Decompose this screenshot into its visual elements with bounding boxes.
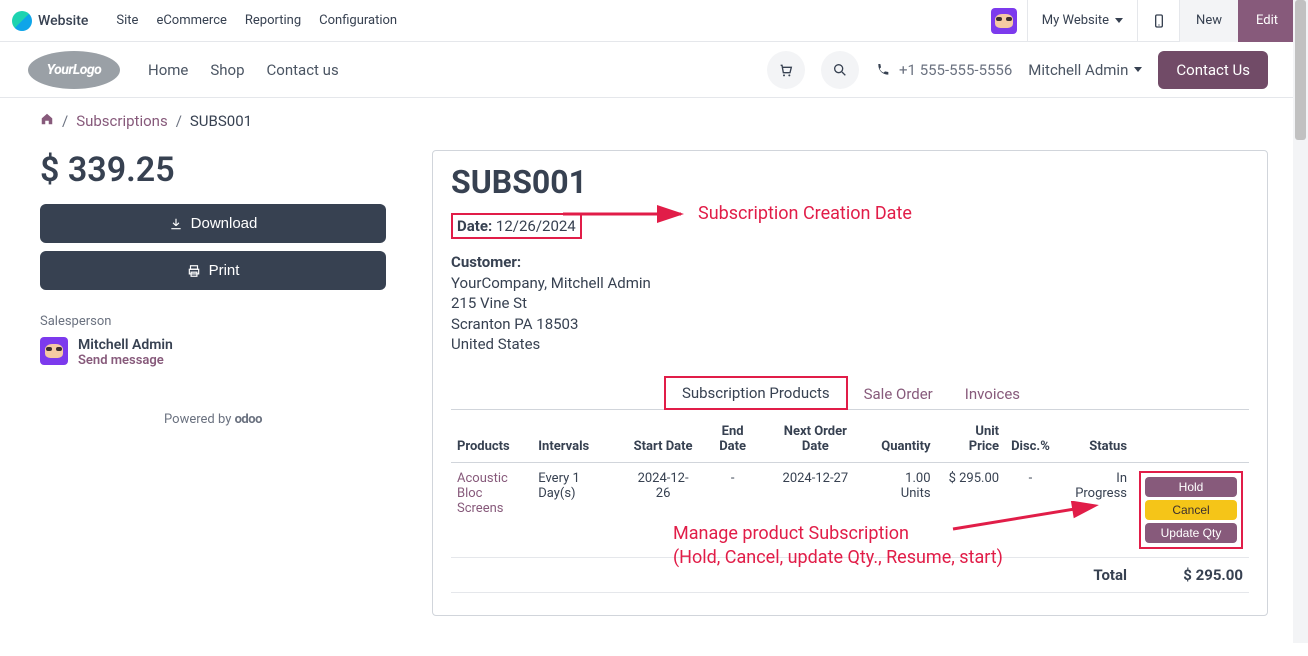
app-bar: Website Site eCommerce Reporting Configu… (0, 0, 1308, 42)
powered-by: Powered by odoo (40, 412, 386, 427)
subscription-price: $ 339.25 (40, 150, 386, 190)
annotation-arrow-icon (563, 199, 693, 229)
subscription-products-table: Products Intervals Start Date End Date N… (451, 416, 1249, 593)
user-dropdown[interactable]: Mitchell Admin (1028, 61, 1142, 79)
subscription-title: SUBS001 (451, 163, 1249, 201)
cart-icon (778, 62, 794, 78)
breadcrumb-current: SUBS001 (190, 112, 252, 130)
customer-address: YourCompany, Mitchell Admin 215 Vine St … (451, 273, 1249, 354)
app-logo-icon (12, 11, 32, 31)
product-link[interactable]: Acoustic Bloc Screens (457, 471, 526, 516)
total-row: Total $ 295.00 (451, 558, 1249, 593)
mobile-preview-button[interactable] (1137, 0, 1179, 42)
col-start-date: Start Date (625, 416, 701, 463)
website-header: YourLogo Home Shop Contact us +1 555-555… (0, 42, 1308, 98)
menu-configuration[interactable]: Configuration (319, 13, 397, 28)
date-row: Date: 12/26/2024 (451, 213, 582, 239)
col-products: Products (451, 416, 532, 463)
cell-status: In Progress (1056, 463, 1133, 558)
col-discount: Disc.% (1005, 416, 1056, 463)
table-row: Acoustic Bloc Screens Every 1 Day(s) 202… (451, 463, 1249, 558)
cart-button[interactable] (767, 51, 805, 89)
hold-button[interactable]: Hold (1145, 477, 1237, 497)
row-actions: Hold Cancel Update Qty (1139, 471, 1243, 549)
mobile-icon (1151, 13, 1167, 29)
nav-shop[interactable]: Shop (210, 61, 244, 79)
site-logo[interactable]: YourLogo (28, 51, 120, 89)
nav-contact[interactable]: Contact us (267, 61, 339, 79)
col-actions (1133, 416, 1249, 463)
cell-next: 2024-12-27 (764, 463, 867, 558)
salesperson-label: Salesperson (40, 314, 386, 329)
cell-start: 2024-12-26 (625, 463, 701, 558)
menu-ecommerce[interactable]: eCommerce (156, 13, 226, 28)
chevron-down-icon (1115, 18, 1123, 23)
search-button[interactable] (821, 51, 859, 89)
update-qty-button[interactable]: Update Qty (1145, 523, 1237, 543)
home-icon[interactable] (40, 112, 54, 130)
send-message-link[interactable]: Send message (78, 353, 173, 368)
new-button[interactable]: New (1179, 0, 1238, 42)
phone-number: +1 555-555-5556 (899, 61, 1012, 79)
app-name: Website (38, 13, 88, 29)
menu-reporting[interactable]: Reporting (245, 13, 301, 28)
tab-subscription-products[interactable]: Subscription Products (664, 376, 848, 410)
salesperson-avatar-icon (40, 337, 68, 365)
annotation-creation-date: Subscription Creation Date (698, 203, 912, 224)
menu-site[interactable]: Site (116, 13, 138, 28)
phone-icon (875, 62, 891, 78)
scrollbar-thumb[interactable] (1295, 0, 1306, 140)
cell-end: - (701, 463, 764, 558)
col-end-date: End Date (701, 416, 764, 463)
col-next-order: Next Order Date (764, 416, 867, 463)
cell-disc: - (1005, 463, 1056, 558)
scrollbar-track[interactable] (1293, 0, 1308, 643)
print-button[interactable]: Print (40, 251, 386, 290)
website-dropdown-label: My Website (1042, 13, 1109, 28)
download-button[interactable]: Download (40, 204, 386, 243)
col-intervals: Intervals (532, 416, 625, 463)
customer-label: Customer: (451, 253, 1249, 271)
breadcrumb: / Subscriptions / SUBS001 (0, 98, 1308, 130)
col-unit-price: Unit Price (937, 416, 1006, 463)
website-dropdown[interactable]: My Website (1027, 0, 1137, 42)
cell-qty: 1.00 Units (867, 463, 937, 558)
contact-us-button[interactable]: Contact Us (1158, 51, 1268, 89)
chevron-down-icon (1134, 67, 1142, 72)
nav-home[interactable]: Home (148, 61, 188, 79)
search-icon (832, 62, 848, 78)
subscription-detail-card: SUBS001 Date: 12/26/2024 Customer: YourC… (432, 150, 1268, 616)
total-label: Total (1056, 558, 1133, 593)
tab-sale-order[interactable]: Sale Order (848, 379, 949, 409)
download-icon (169, 217, 183, 231)
tabs: Subscription Products Sale Order Invoice… (451, 374, 1249, 410)
breadcrumb-subscriptions[interactable]: Subscriptions (76, 112, 167, 130)
tab-invoices[interactable]: Invoices (949, 379, 1036, 409)
user-avatar-icon[interactable] (991, 8, 1017, 34)
edit-button[interactable]: Edit (1238, 0, 1296, 42)
total-value: $ 295.00 (1133, 558, 1249, 593)
cancel-button[interactable]: Cancel (1145, 500, 1237, 520)
print-icon (187, 264, 201, 278)
col-status: Status (1056, 416, 1133, 463)
salesperson-name: Mitchell Admin (78, 337, 173, 353)
cell-interval: Every 1 Day(s) (532, 463, 625, 558)
cell-price: $ 295.00 (937, 463, 1006, 558)
col-quantity: Quantity (867, 416, 937, 463)
